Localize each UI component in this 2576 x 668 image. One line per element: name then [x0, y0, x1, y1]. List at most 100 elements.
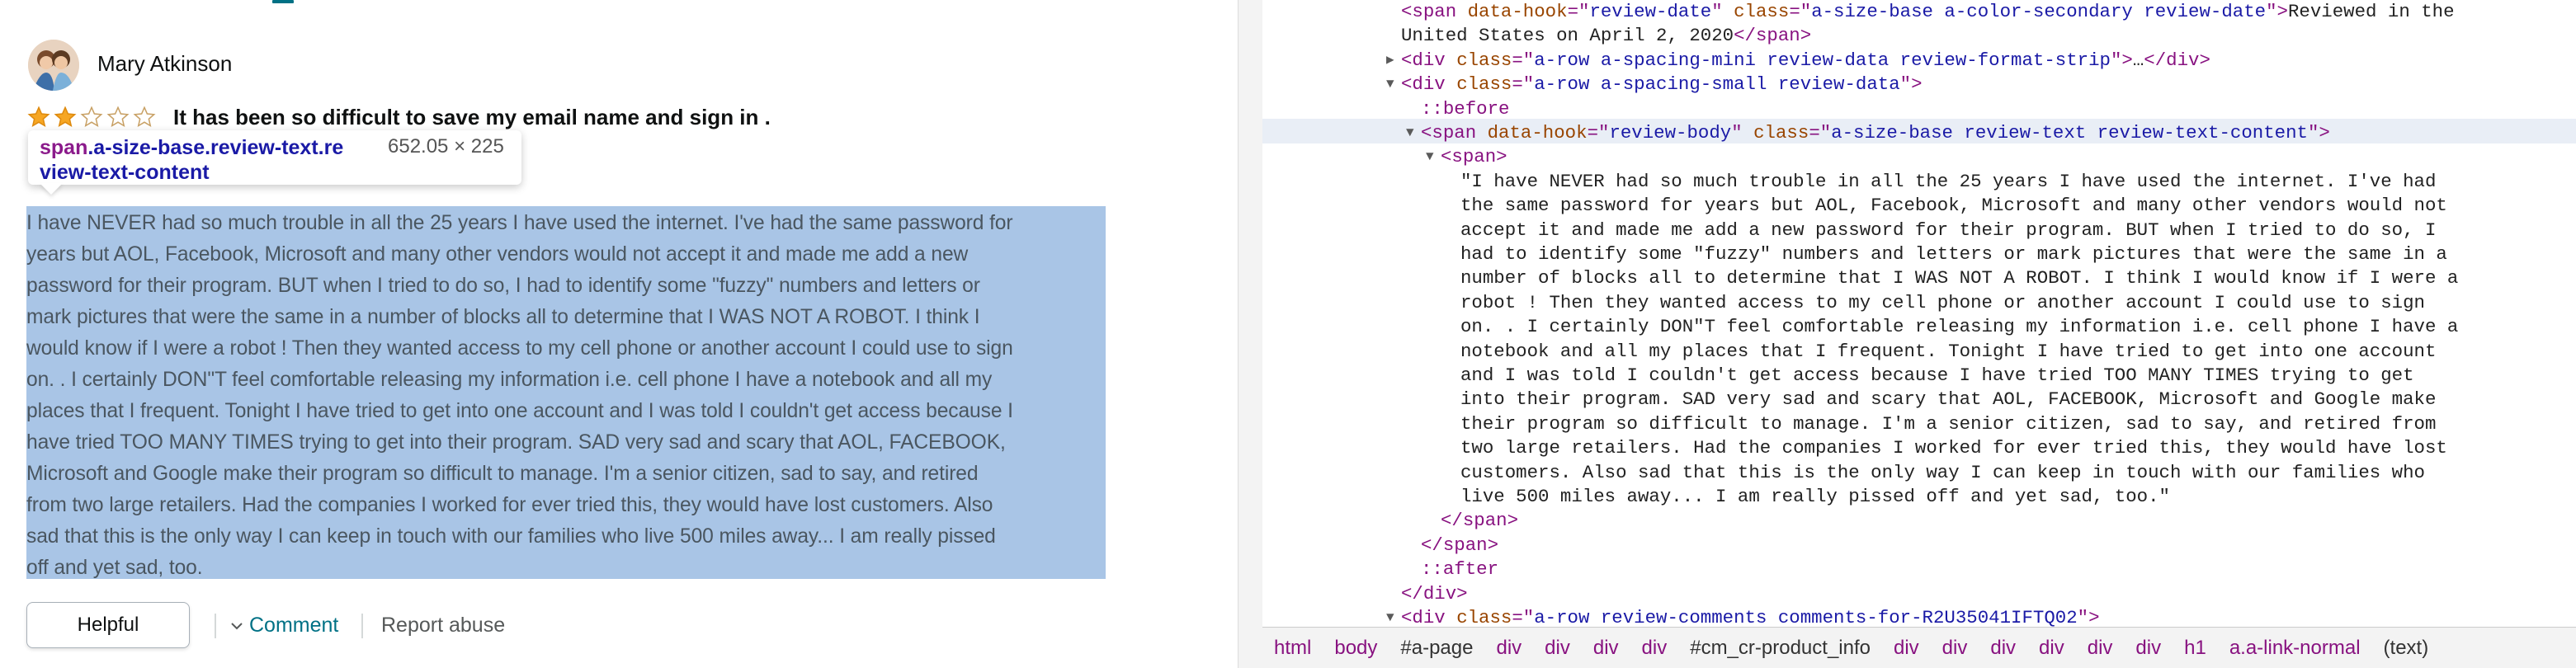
- dom-tree-line[interactable]: two large retailers. Had the companies I…: [1460, 436, 2447, 460]
- dom-token-tag: <span>: [1441, 146, 1507, 168]
- dom-token-txt: two large retailers. Had the companies I…: [1460, 437, 2447, 459]
- dom-tree-line[interactable]: </span>: [1421, 534, 1498, 557]
- dom-tree-line[interactable]: ▼ <div class="a-row a-spacing-small revie…: [1386, 73, 1923, 96]
- breadcrumb-item[interactable]: html: [1262, 637, 1323, 660]
- dom-tree-line[interactable]: </div>: [1401, 582, 1468, 606]
- star-filled-icon: [27, 106, 50, 128]
- dom-tree-line[interactable]: robot ! Then they wanted access to my ce…: [1460, 291, 2425, 315]
- report-abuse-link[interactable]: Report abuse: [381, 614, 505, 637]
- dom-token-tag: <span: [1421, 122, 1488, 143]
- star-empty-icon: [80, 106, 103, 128]
- divider: [215, 614, 216, 638]
- breadcrumb-item[interactable]: div: [1630, 637, 1679, 660]
- dom-tree-line[interactable]: live 500 miles away... I am really pisse…: [1460, 485, 2170, 509]
- breadcrumb-item[interactable]: div: [1882, 637, 1931, 660]
- collapse-triangle-icon[interactable]: ▼: [1386, 73, 1394, 96]
- dom-token-txt: and I was told I couldn't get access bec…: [1460, 365, 2414, 386]
- helpful-button[interactable]: Helpful: [26, 602, 190, 648]
- dom-token-tag: <div: [1401, 49, 1457, 71]
- dom-token-txt: "I have NEVER had so much trouble in all…: [1460, 170, 2437, 192]
- review-body-line: on. . I certainly DON"T feel comfortable…: [26, 369, 993, 391]
- expand-triangle-icon[interactable]: ▶: [1386, 49, 1394, 73]
- dom-tree-line[interactable]: customers. Also sad that this is the onl…: [1460, 461, 2425, 485]
- review-body-line: password for their program. BUT when I t…: [26, 275, 980, 297]
- review-body-line: from two large retailers. Had the compan…: [26, 494, 993, 516]
- dom-tree-line[interactable]: the same password for years but AOL, Fac…: [1460, 194, 2447, 218]
- collapse-triangle-icon[interactable]: ▼: [1426, 145, 1434, 169]
- dom-tree-line[interactable]: their program so difficult to manage. I'…: [1460, 412, 2436, 436]
- dom-tree-line[interactable]: into their program. SAD very sad and sca…: [1460, 388, 2436, 412]
- dom-token-tag: ">: [2266, 1, 2288, 22]
- inspect-tooltip: span.a-size-base.review-text.re view-text…: [28, 130, 521, 185]
- dom-token-tag: =": [1512, 73, 1535, 96]
- avatar-image-icon: [28, 40, 79, 91]
- dom-tree-line[interactable]: United States on April 2, 2020</span>: [1401, 24, 1811, 48]
- breadcrumb-item[interactable]: h1: [2173, 637, 2218, 660]
- dom-tree-line[interactable]: had to identify some "fuzzy" numbers and…: [1460, 242, 2447, 266]
- breadcrumb-item[interactable]: div: [1533, 637, 1582, 660]
- dom-tree-line[interactable]: on. . I certainly DON"T feel comfortable…: [1460, 315, 2458, 339]
- dom-token-txt: had to identify some "fuzzy" numbers and…: [1460, 243, 2447, 265]
- dom-token-tag: <div: [1401, 73, 1457, 96]
- dom-token-txt: …: [2132, 49, 2144, 71]
- star-empty-icon: [106, 106, 130, 128]
- dom-tree-line[interactable]: ▶ <div class="a-row a-spacing-mini review…: [1386, 49, 2210, 73]
- star-rating[interactable]: [26, 106, 157, 129]
- dom-tree-line[interactable]: ▼ <span data-hook="review-body" class="a-…: [1406, 121, 2330, 145]
- dom-tree-line[interactable]: accept it and made me add a new password…: [1460, 219, 2436, 242]
- dom-token-tag: </span>: [1734, 25, 1812, 47]
- review-body-line: off and yet sad, too.: [26, 557, 203, 579]
- dom-tree-line[interactable]: ::before: [1421, 97, 1510, 121]
- dom-tree-line[interactable]: ::after: [1421, 557, 1498, 581]
- panel-splitter[interactable]: [1238, 0, 1264, 668]
- dom-token-attr: data-hook: [1467, 1, 1568, 22]
- dom-tree-line[interactable]: "I have NEVER had so much trouble in all…: [1460, 170, 2436, 194]
- review-body: I have NEVER had so much trouble in all …: [26, 208, 1107, 584]
- tooltip-selector-class-1: .a-size-base.review-text.re: [87, 136, 344, 159]
- review-body-line: I have NEVER had so much trouble in all …: [26, 212, 1013, 234]
- dom-tree-line[interactable]: and I was told I couldn't get access bec…: [1460, 364, 2414, 388]
- dom-tree-line[interactable]: ▼ <span>: [1426, 145, 1507, 169]
- dom-tree-line[interactable]: notebook and all my places that I freque…: [1460, 340, 2436, 364]
- breadcrumb-item[interactable]: div: [2027, 637, 2076, 660]
- breadcrumb-item[interactable]: div: [1979, 637, 2027, 660]
- dom-token-txt: notebook and all my places that I freque…: [1460, 340, 2437, 362]
- dom-token-txt: robot ! Then they wanted access to my ce…: [1460, 291, 2425, 313]
- breadcrumb-item[interactable]: body: [1323, 637, 1389, 660]
- dom-tree-line[interactable]: number of blocks all to determine that I…: [1460, 266, 2458, 290]
- top-link-fragment[interactable]: [272, 0, 294, 3]
- dom-token-tag: ": [1731, 122, 1754, 143]
- dom-token-val: a-row review-comments comments-for-R2U35…: [1534, 607, 2078, 628]
- review-body-line: years but AOL, Facebook, Microsoft and m…: [26, 243, 969, 266]
- collapse-triangle-icon[interactable]: ▼: [1406, 121, 1414, 145]
- dom-token-txt: into their program. SAD very sad and sca…: [1460, 388, 2437, 411]
- avatar[interactable]: [28, 40, 79, 91]
- review-body-line: sad that this is the only way I can keep…: [26, 525, 996, 548]
- dom-tree-line[interactable]: <span data-hook="review-date" class="a-s…: [1401, 0, 2455, 24]
- dom-token-txt: customers. Also sad that this is the onl…: [1460, 461, 2425, 483]
- review-body-line: Microsoft and Google make their program …: [26, 463, 979, 485]
- breadcrumb-item[interactable]: (text): [2372, 637, 2441, 660]
- dom-token-tag: ">: [1899, 73, 1923, 96]
- dom-token-tag: =": [1587, 122, 1610, 143]
- dom-tree-line[interactable]: </span>: [1441, 509, 1518, 533]
- star-empty-icon: [133, 106, 156, 128]
- tooltip-dimensions: 652.05 × 225: [388, 135, 504, 158]
- breadcrumb-item[interactable]: a.a-link-normal: [2218, 637, 2372, 660]
- breadcrumb-item[interactable]: div: [2076, 637, 2125, 660]
- breadcrumb-item[interactable]: #cm_cr-product_info: [1678, 637, 1882, 660]
- breadcrumb-item[interactable]: div: [1582, 637, 1630, 660]
- breadcrumb-item[interactable]: #a-page: [1389, 637, 1484, 660]
- comment-link[interactable]: Comment: [231, 614, 338, 637]
- breadcrumb-item[interactable]: div: [1484, 637, 1533, 660]
- dom-token-tag: ">: [2307, 122, 2330, 143]
- dom-token-tag: <div: [1401, 607, 1457, 628]
- dom-token-txt: number of blocks all to determine that I…: [1460, 267, 2459, 289]
- dom-token-tag: </span>: [1441, 510, 1519, 532]
- dom-token-val: a-size-base review-text review-text-cont…: [1831, 122, 2308, 143]
- breadcrumb-item[interactable]: div: [1931, 637, 1979, 660]
- breadcrumb-item[interactable]: div: [2124, 637, 2173, 660]
- review-title[interactable]: It has been so difficult to save my emai…: [173, 105, 771, 130]
- reviewer-name[interactable]: Mary Atkinson: [97, 51, 232, 77]
- dom-token-txt: the same password for years but AOL, Fac…: [1460, 195, 2447, 217]
